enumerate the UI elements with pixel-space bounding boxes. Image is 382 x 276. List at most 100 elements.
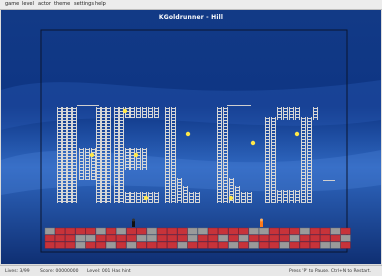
ladder	[189, 192, 194, 203]
brick-block	[105, 234, 116, 242]
brick-block	[269, 241, 280, 249]
brick-block	[146, 234, 157, 242]
brick-block	[259, 234, 270, 242]
brick-block	[259, 241, 270, 249]
brick-block	[340, 241, 351, 249]
brick-block	[197, 227, 208, 235]
brick-block	[156, 227, 167, 235]
ladder	[241, 192, 246, 203]
gold-icon	[89, 152, 95, 158]
brick-block	[75, 234, 86, 242]
brick-block	[289, 227, 300, 235]
brick-block	[167, 241, 178, 249]
brick-block	[187, 227, 198, 235]
hero-icon	[260, 221, 263, 227]
brick-block	[279, 234, 290, 242]
brick-block	[289, 241, 300, 249]
ladder	[154, 192, 159, 203]
brick-block	[177, 234, 188, 242]
brick-block	[146, 241, 157, 249]
brick-block	[320, 227, 331, 235]
bar	[77, 105, 99, 106]
bar	[227, 105, 251, 106]
ladder	[295, 190, 300, 203]
brick-block	[207, 227, 218, 235]
brick-block	[65, 227, 76, 235]
brick-block	[248, 234, 259, 242]
brick-block	[289, 234, 300, 242]
ladder	[271, 117, 276, 203]
brick-block	[248, 241, 259, 249]
brick-block	[167, 234, 178, 242]
brick-block	[238, 241, 249, 249]
ladder	[171, 107, 176, 203]
menu-item-settings[interactable]: settings	[74, 1, 94, 7]
brick-block	[44, 241, 55, 249]
ladder	[165, 107, 170, 203]
menu-item-game[interactable]: game	[5, 1, 19, 7]
brick-block	[269, 227, 280, 235]
brick-block	[238, 234, 249, 242]
game-board[interactable]: KGoldrunner - Hill	[1, 10, 381, 264]
menu-bar: game level actor theme settings help	[0, 0, 382, 10]
brick-block	[248, 227, 259, 235]
brick-block	[95, 234, 106, 242]
ladder	[283, 190, 288, 203]
status-score: Score: 00000000	[40, 269, 79, 274]
menu-item-help[interactable]: help	[95, 1, 106, 7]
brick-block	[136, 241, 147, 249]
ladder	[289, 190, 294, 203]
gold-icon	[250, 140, 256, 146]
brick-block	[228, 227, 239, 235]
brick-block	[340, 234, 351, 242]
ladder	[195, 192, 200, 203]
status-right: Press 'P' to Pause. Ctrl+N to Restart.	[289, 269, 372, 274]
status-hint: Has hint	[112, 269, 131, 274]
brick-block	[310, 227, 321, 235]
enemy-icon	[132, 221, 135, 227]
brick-block	[65, 241, 76, 249]
brick-block	[320, 234, 331, 242]
brick-block	[299, 234, 310, 242]
brick-block	[75, 227, 86, 235]
gold-icon	[122, 108, 128, 114]
game-canvas[interactable]	[1, 10, 381, 264]
brick-block	[167, 227, 178, 235]
brick-block	[279, 227, 290, 235]
menu-item-actor[interactable]: actor	[38, 1, 51, 7]
brick-block	[187, 241, 198, 249]
brick-block	[126, 234, 137, 242]
gold-icon	[143, 195, 149, 201]
brick-block	[105, 227, 116, 235]
brick-block	[146, 227, 157, 235]
brick-block	[95, 241, 106, 249]
brick-block	[228, 241, 239, 249]
brick-block	[136, 234, 147, 242]
brick-block	[207, 241, 218, 249]
brick-block	[95, 227, 106, 235]
gold-icon	[294, 131, 300, 137]
menu-item-theme[interactable]: theme	[54, 1, 70, 7]
brick-block	[55, 227, 66, 235]
ladder	[277, 190, 282, 203]
ladder	[136, 192, 141, 203]
brick-block	[228, 234, 239, 242]
gold-icon	[228, 195, 234, 201]
brick-block	[197, 234, 208, 242]
ladder	[130, 192, 135, 203]
brick-block	[85, 234, 96, 242]
hero-icon	[260, 218, 263, 222]
brick-block	[156, 234, 167, 242]
brick-block	[207, 234, 218, 242]
status-bar: Lives: 3/99 Score: 00000000 Level: 001 Has …	[0, 265, 382, 276]
brick-block	[197, 241, 208, 249]
brick-block	[330, 241, 341, 249]
brick-block	[299, 227, 310, 235]
brick-block	[116, 234, 127, 242]
brick-block	[177, 227, 188, 235]
brick-block	[156, 241, 167, 249]
brick-block	[55, 241, 66, 249]
brick-block	[65, 234, 76, 242]
menu-item-level[interactable]: level	[22, 1, 34, 7]
brick-block	[85, 241, 96, 249]
